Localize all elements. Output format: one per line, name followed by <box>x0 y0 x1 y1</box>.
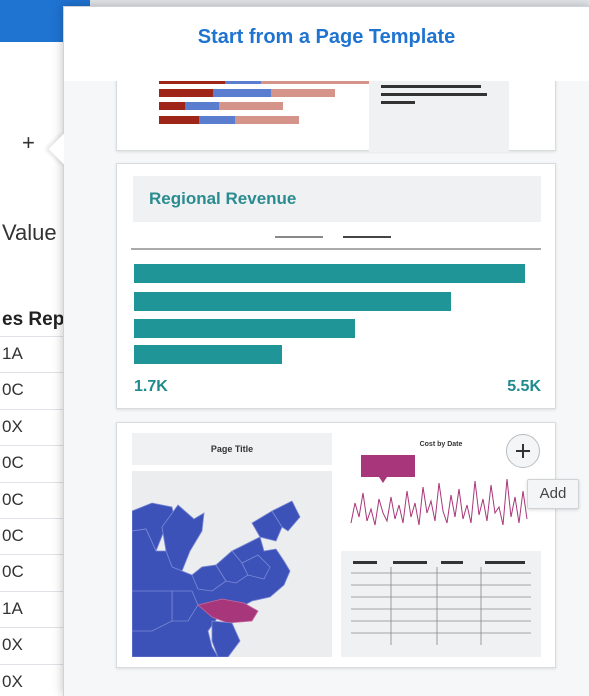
table-thumbnail <box>341 551 541 657</box>
stacked-bar <box>159 116 299 124</box>
map-image <box>132 500 301 657</box>
stacked-bar <box>159 89 335 97</box>
template-card-regional-revenue[interactable]: Regional Revenue 1.7K 5.5K <box>116 163 556 409</box>
template-card-dashboard[interactable]: Page Title Cost by Date <box>116 422 556 668</box>
table-image <box>351 561 531 645</box>
chart-title-box: Regional Revenue <box>133 176 541 222</box>
revenue-bar <box>134 319 355 338</box>
map-thumbnail <box>132 471 332 657</box>
legend-line <box>275 236 323 238</box>
plus-icon <box>516 444 530 458</box>
chart-title: Regional Revenue <box>149 189 297 208</box>
text-line <box>381 85 481 88</box>
background-column-header: es Rep <box>2 309 65 330</box>
text-block <box>369 81 509 152</box>
stacked-bar <box>159 102 283 110</box>
template-list[interactable]: Regional Revenue 1.7K 5.5K Page Title Co… <box>64 81 589 696</box>
text-line <box>381 101 415 104</box>
page-template-popover: Start from a Page Template Regional Reve… <box>48 6 590 696</box>
stacked-bar <box>159 81 389 84</box>
revenue-bar <box>134 264 525 283</box>
tick-label: 1.7K <box>134 378 168 395</box>
background-value-label: Value <box>2 220 57 245</box>
revenue-bar <box>134 292 451 311</box>
tick-label: 5.5K <box>507 378 541 395</box>
page-title: Page Title <box>210 444 254 454</box>
add-tooltip: Add <box>527 479 579 509</box>
page-title-box: Page Title <box>132 433 332 465</box>
text-line <box>381 93 487 96</box>
revenue-bar <box>134 345 282 364</box>
popover-title: Start from a Page Template <box>197 26 456 48</box>
legend-line <box>343 236 391 238</box>
background-add-icon[interactable]: + <box>22 130 35 156</box>
template-card-stacked-bar[interactable] <box>116 81 556 152</box>
axis-line <box>131 248 541 250</box>
add-template-button[interactable] <box>506 434 540 468</box>
